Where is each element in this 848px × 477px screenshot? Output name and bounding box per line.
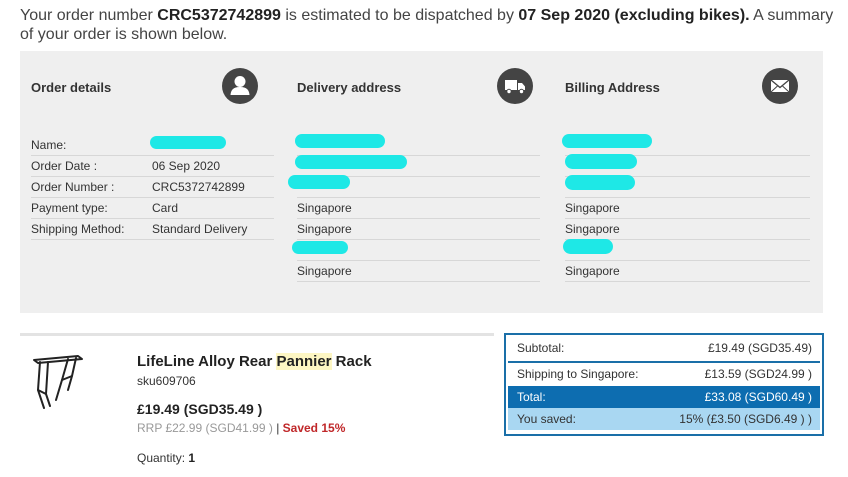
saved-percent: Saved 15% — [282, 421, 346, 435]
delivery-line-text: Singapore — [297, 264, 352, 278]
product-title[interactable]: LifeLine Alloy Rear Pannier Rack — [137, 353, 372, 370]
summary-subtotal-row: Subtotal: £19.49 (SGD35.49) — [508, 337, 820, 359]
you-saved-label: You saved: — [517, 412, 576, 426]
redacted-delivery-line — [295, 155, 407, 169]
billing-line: Singapore — [565, 198, 810, 219]
redacted-billing-line — [565, 154, 637, 169]
delivery-line: Singapore — [297, 219, 540, 240]
order-row-label: Order Number : — [31, 180, 115, 194]
summary-total-row: Total: £33.08 (SGD60.49 ) — [508, 386, 820, 408]
order-row-value: CRC5372742899 — [152, 180, 245, 194]
redacted-billing-line — [565, 175, 635, 190]
order-row-label: Name: — [31, 138, 67, 152]
redacted-name — [150, 136, 226, 149]
headline-prefix: Your order number — [20, 7, 158, 24]
redacted-billing-line — [563, 239, 613, 254]
delivery-line-text: Singapore — [297, 201, 352, 215]
headline-order-number: CRC5372742899 — [157, 7, 281, 24]
headline-dispatch-date: 07 Sep 2020 (excluding bikes). — [518, 7, 750, 24]
order-confirmation-headline: Your order number CRC5372742899 is estim… — [20, 6, 840, 44]
billing-line: Singapore — [565, 261, 810, 282]
rrp-price: RRP £22.99 (SGD41.99 ) — [137, 421, 273, 435]
total-value: £33.08 (SGD60.49 ) — [704, 390, 812, 404]
envelope-icon — [762, 68, 798, 104]
order-row-label: Shipping Method: — [31, 222, 125, 236]
billing-line-text: Singapore — [565, 201, 620, 215]
redacted-billing-line — [562, 134, 652, 148]
order-info-panel: Order details Name: Order Date : 06 Sep … — [20, 51, 823, 313]
billing-line: Singapore — [565, 219, 810, 240]
headline-middle: is estimated to be dispatched by — [280, 7, 519, 24]
billing-address-title: Billing Address — [565, 80, 660, 95]
summary-shipping-row: Shipping to Singapore: £13.59 (SGD24.99 … — [508, 361, 820, 385]
product-title-highlight: Pannier — [276, 353, 332, 370]
subtotal-value: £19.49 (SGD35.49) — [707, 341, 812, 355]
quantity-label: Quantity: — [137, 451, 189, 465]
delivery-line: Singapore — [297, 198, 540, 219]
billing-line-text: Singapore — [565, 264, 620, 278]
product-title-part: Rack — [331, 353, 372, 370]
order-row-label: Order Date : — [31, 159, 98, 173]
product-quantity: Quantity: 1 — [137, 451, 195, 465]
order-row-value: Card — [152, 201, 179, 215]
product-title-part: LifeLine Alloy Rear — [137, 353, 277, 370]
delivery-line-text: Singapore — [297, 222, 352, 236]
billing-line-text: Singapore — [565, 222, 620, 236]
redacted-delivery-line — [295, 134, 385, 148]
shipping-value: £13.59 (SGD24.99 ) — [704, 367, 812, 381]
subtotal-label: Subtotal: — [517, 341, 565, 355]
total-label: Total: — [517, 390, 546, 404]
order-row-label: Payment type: — [31, 201, 108, 215]
summary-saved-row: You saved: 15% (£3.50 (SGD6.49 ) ) — [508, 408, 820, 430]
truck-icon — [497, 68, 533, 104]
product-sku: sku609706 — [137, 374, 196, 388]
order-details-title: Order details — [31, 80, 112, 95]
redacted-delivery-line — [288, 175, 350, 189]
pannier-rack-image[interactable] — [28, 350, 86, 421]
quantity-value: 1 — [188, 451, 196, 465]
shipping-label: Shipping to Singapore: — [517, 367, 639, 381]
delivery-line: Singapore — [297, 261, 540, 282]
product-price: £19.49 (SGD35.49 ) — [137, 401, 263, 417]
order-row-shipping: Shipping Method: Standard Delivery — [31, 219, 274, 240]
product-rrp-line: RRP £22.99 (SGD41.99 ) | Saved 15% — [137, 421, 345, 435]
product-divider — [20, 333, 494, 336]
delivery-address-title: Delivery address — [297, 80, 402, 95]
rrp-separator: | — [272, 421, 283, 435]
order-row-value: Standard Delivery — [152, 222, 248, 236]
you-saved-value: 15% (£3.50 (SGD6.49 ) ) — [679, 412, 812, 426]
order-row-number: Order Number : CRC5372742899 — [31, 177, 274, 198]
order-row-payment: Payment type: Card — [31, 198, 274, 219]
user-icon — [222, 68, 258, 104]
redacted-delivery-line — [292, 241, 348, 254]
order-summary-box: Subtotal: £19.49 (SGD35.49) Shipping to … — [504, 333, 824, 436]
order-row-value: 06 Sep 2020 — [152, 159, 221, 173]
order-row-date: Order Date : 06 Sep 2020 — [31, 156, 274, 177]
